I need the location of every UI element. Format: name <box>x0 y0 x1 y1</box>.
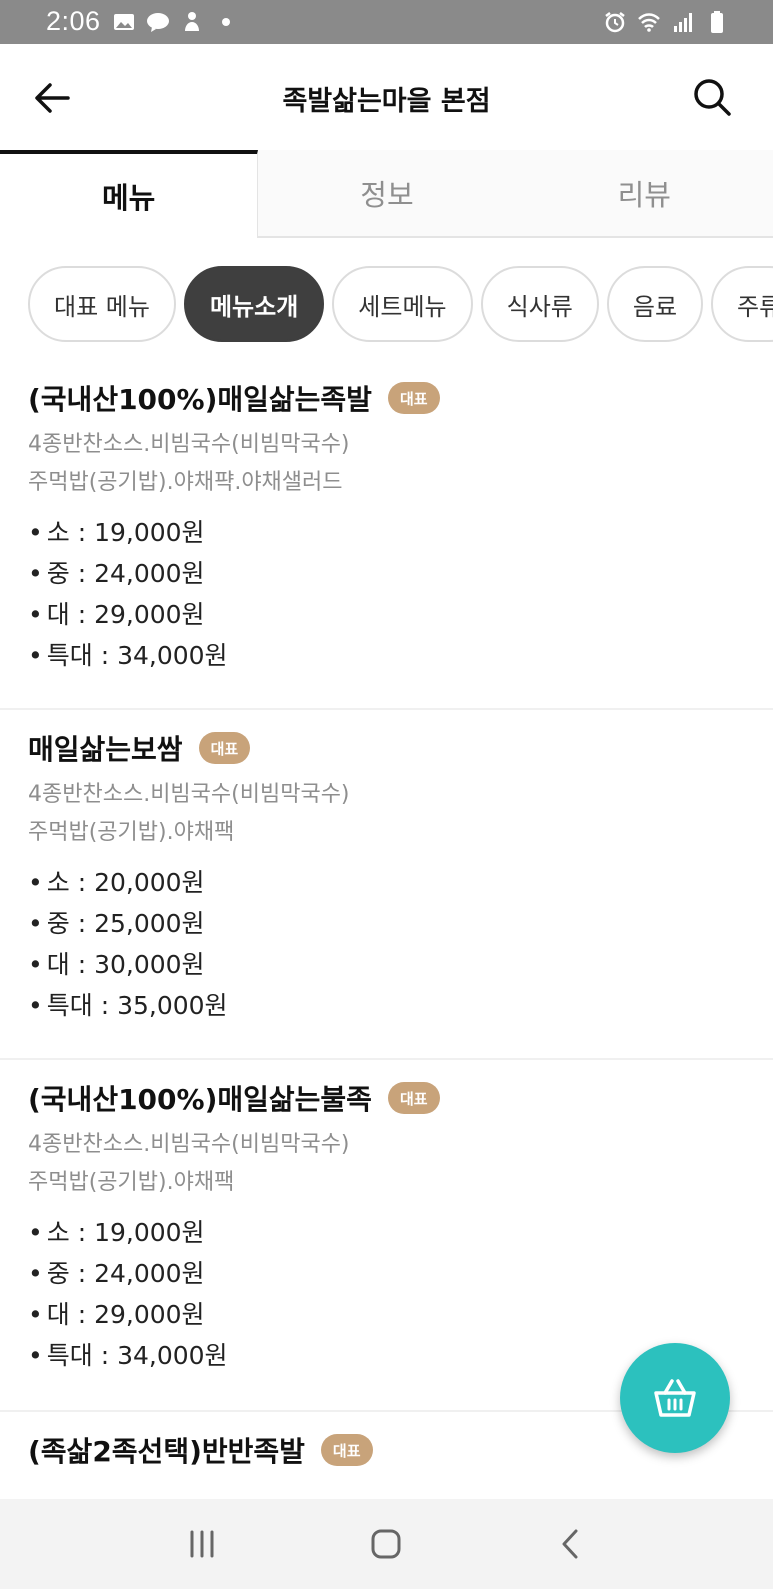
menu-item-name: (족삶2족선택)반반족발 <box>28 1435 305 1468</box>
menu-item[interactable]: (국내산100%)매일삶는족발 대표 4종반찬소스.비빔국수(비빔막국수) 주먹… <box>0 360 773 710</box>
wifi-icon <box>637 10 661 34</box>
gallery-icon <box>112 10 136 34</box>
status-right-icons <box>603 10 729 34</box>
status-bar: 2:06 <box>0 0 773 44</box>
signature-badge: 대표 <box>387 382 440 414</box>
price-option: 소 : 19,000원 <box>28 512 743 553</box>
page-title: 족발삶는마을 본점 <box>282 86 491 117</box>
menu-item-title-row: 매일삶는보쌈 대표 <box>28 728 743 768</box>
signature-badge: 대표 <box>387 1082 440 1114</box>
status-time: 2:06 <box>46 6 101 36</box>
price-option: 특대 : 35,000원 <box>28 985 743 1026</box>
menu-item[interactable]: 매일삶는보쌈 대표 4종반찬소스.비빔국수(비빔막국수) 주먹밥(공기밥).야채… <box>0 710 773 1060</box>
chip-drinks[interactable]: 음료 <box>606 266 704 342</box>
signature-badge: 대표 <box>320 1434 373 1466</box>
dot-icon <box>214 10 238 34</box>
signal-icon <box>671 10 695 34</box>
tab-info[interactable]: 정보 <box>258 150 516 238</box>
description-line: 주먹밥(공기밥).야채팩 <box>28 820 235 845</box>
menu-item-description: 4종반찬소스.비빔국수(비빔막국수) 주먹밥(공기밥).야채팩 <box>28 1126 743 1202</box>
price-option: 대 : 29,000원 <box>28 1294 743 1335</box>
basket-icon <box>654 1379 696 1417</box>
description-line: 주먹밥(공기밥).야채퍅.야채샐러드 <box>28 470 343 495</box>
menu-item-title-row: (국내산100%)매일삶는족발 대표 <box>28 378 743 418</box>
price-option: 대 : 29,000원 <box>28 594 743 635</box>
search-icon <box>694 79 731 116</box>
chip-menu-intro[interactable]: 메뉴소개 <box>183 266 325 342</box>
nav-back-button[interactable] <box>546 1519 596 1569</box>
price-option: 대 : 30,000원 <box>28 944 743 985</box>
chip-meals[interactable]: 식사류 <box>480 266 599 342</box>
description-line: 주먹밥(공기밥).야채팩 <box>28 1170 235 1195</box>
home-button[interactable] <box>361 1519 411 1569</box>
app-header: 족발삶는마을 본점 <box>0 44 773 150</box>
tab-menu[interactable]: 메뉴 <box>0 150 259 238</box>
kakaotalk-icon <box>146 10 170 34</box>
recent-apps-icon <box>190 1530 214 1558</box>
category-chips: 대표 메뉴 메뉴소개 세트메뉴 식사류 음료 주류 <box>28 266 773 342</box>
menu-item-description: 4종반찬소스.비빔국수(비빔막국수) 주먹밥(공기밥).야채팩 <box>28 776 743 852</box>
navigation-bar <box>0 1499 773 1589</box>
description-line: 4종반찬소스.비빔국수(비빔막국수) <box>28 432 350 457</box>
price-option: 중 : 24,000원 <box>28 1253 743 1294</box>
alarm-icon <box>603 10 627 34</box>
description-line: 4종반찬소스.비빔국수(비빔막국수) <box>28 782 350 807</box>
price-list: 소 : 20,000원 중 : 25,000원 대 : 30,000원 특대 :… <box>28 862 743 1026</box>
cart-button[interactable] <box>620 1343 730 1453</box>
chip-set-menu[interactable]: 세트메뉴 <box>332 266 473 342</box>
search-button[interactable] <box>691 76 733 118</box>
chip-signature-menu[interactable]: 대표 메뉴 <box>28 266 176 342</box>
tab-review[interactable]: 리뷰 <box>515 150 773 238</box>
price-list: 소 : 19,000원 중 : 24,000원 대 : 29,000원 특대 :… <box>28 1212 743 1376</box>
chevron-left-icon <box>562 1529 578 1559</box>
price-option: 특대 : 34,000원 <box>28 635 743 676</box>
price-option: 소 : 19,000원 <box>28 1212 743 1253</box>
price-option: 소 : 20,000원 <box>28 862 743 903</box>
menu-item-name: 매일삶는보쌈 <box>28 733 183 766</box>
notification-icon <box>180 10 204 34</box>
tab-bar: 메뉴 정보 리뷰 <box>0 150 773 238</box>
signature-badge: 대표 <box>198 732 251 764</box>
description-line: 4종반찬소스.비빔국수(비빔막국수) <box>28 1132 350 1157</box>
recent-apps-button[interactable] <box>177 1519 227 1569</box>
menu-item-title-row: (국내산100%)매일삶는불족 대표 <box>28 1078 743 1118</box>
menu-item-description: 4종반찬소스.비빔국수(비빔막국수) 주먹밥(공기밥).야채퍅.야채샐러드 <box>28 426 743 502</box>
status-left-icons <box>112 10 238 34</box>
price-list: 소 : 19,000원 중 : 24,000원 대 : 29,000원 특대 :… <box>28 512 743 676</box>
menu-item-name: (국내산100%)매일삶는불족 <box>28 1083 372 1116</box>
chip-alcohol[interactable]: 주류 <box>711 266 773 342</box>
price-option: 중 : 25,000원 <box>28 903 743 944</box>
menu-item-name: (국내산100%)매일삶는족발 <box>28 383 372 416</box>
price-option: 중 : 24,000원 <box>28 553 743 594</box>
home-icon <box>371 1529 401 1559</box>
battery-icon <box>705 10 729 34</box>
